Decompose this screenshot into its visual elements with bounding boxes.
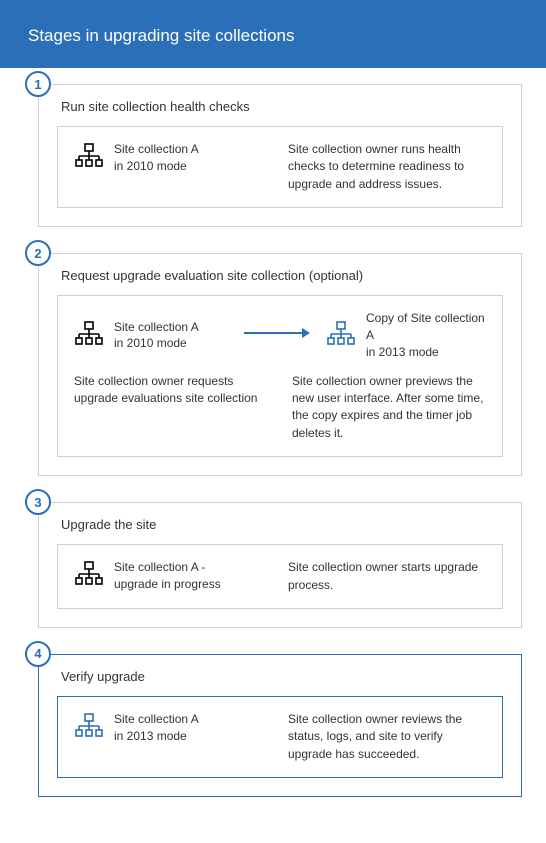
stage-4-inner: Site collection A in 2013 mode Site coll…	[57, 696, 503, 778]
stage-3-left: Site collection A - upgrade in progress	[74, 559, 272, 594]
arrow-right-icon	[244, 326, 310, 345]
stage-2-left-desc: Site collection owner requests upgrade e…	[74, 373, 268, 443]
stage-number-4: 4	[25, 641, 51, 667]
stage-3-site-label: Site collection A - upgrade in progress	[114, 559, 221, 593]
stage-1-left: Site collection A in 2010 mode	[74, 141, 272, 193]
stage-number-2: 2	[25, 240, 51, 266]
site-hierarchy-icon	[74, 321, 104, 352]
page-header: Stages in upgrading site collections	[0, 0, 546, 68]
stage-1: 1 Run site collection health checks	[38, 84, 522, 227]
stage-4-left: Site collection A in 2013 mode	[74, 711, 272, 763]
stage-2-right-desc: Site collection owner previews the new u…	[292, 373, 486, 443]
stage-2: 2 Request upgrade evaluation site collec…	[38, 253, 522, 476]
stage-3-inner: Site collection A - upgrade in progress …	[57, 544, 503, 609]
stage-1-site-line2: in 2010 mode	[114, 158, 199, 175]
stage-4-site-label: Site collection A in 2013 mode	[114, 711, 199, 745]
stage-2-source-line2: in 2010 mode	[114, 335, 199, 352]
page-title: Stages in upgrading site collections	[28, 26, 518, 46]
stage-1-title: Run site collection health checks	[61, 99, 503, 114]
stage-4-desc: Site collection owner reviews the status…	[288, 711, 486, 763]
stage-2-bottom-row: Site collection owner requests upgrade e…	[74, 373, 486, 443]
stage-number-3: 3	[25, 489, 51, 515]
stage-3-desc: Site collection owner starts upgrade pro…	[288, 559, 486, 594]
stage-2-source-line1: Site collection A	[114, 319, 199, 336]
stage-2-source-label: Site collection A in 2010 mode	[114, 319, 199, 353]
site-hierarchy-icon	[74, 713, 104, 744]
stage-2-top-row: Site collection A in 2010 mode	[74, 310, 486, 360]
stage-4-site-line1: Site collection A	[114, 711, 199, 728]
stage-4-site-line2: in 2013 mode	[114, 728, 199, 745]
stage-4: 4 Verify upgrade	[38, 654, 522, 797]
site-hierarchy-icon	[74, 143, 104, 174]
stage-3-site-line2: upgrade in progress	[114, 576, 221, 593]
site-hierarchy-icon	[326, 321, 356, 352]
stage-1-inner: Site collection A in 2010 mode Site coll…	[57, 126, 503, 208]
stage-2-title: Request upgrade evaluation site collecti…	[61, 268, 503, 283]
content-area: 1 Run site collection health checks	[0, 68, 546, 843]
stage-3-title: Upgrade the site	[61, 517, 503, 532]
stage-4-title: Verify upgrade	[61, 669, 503, 684]
stage-2-copy-line1: Copy of Site collection A	[366, 310, 486, 344]
stage-1-desc: Site collection owner runs health checks…	[288, 141, 486, 193]
stage-3: 3 Upgrade the site	[38, 502, 522, 628]
stage-2-copy: Copy of Site collection A in 2013 mode	[326, 310, 486, 360]
stage-2-copy-line2: in 2013 mode	[366, 344, 486, 361]
stage-number-1: 1	[25, 71, 51, 97]
stage-2-source: Site collection A in 2010 mode	[74, 319, 234, 353]
stage-1-site-label: Site collection A in 2010 mode	[114, 141, 199, 175]
stage-2-copy-label: Copy of Site collection A in 2013 mode	[366, 310, 486, 360]
stage-2-inner: Site collection A in 2010 mode	[57, 295, 503, 457]
stage-3-site-line1: Site collection A -	[114, 559, 221, 576]
site-hierarchy-icon	[74, 561, 104, 592]
stage-1-site-line1: Site collection A	[114, 141, 199, 158]
